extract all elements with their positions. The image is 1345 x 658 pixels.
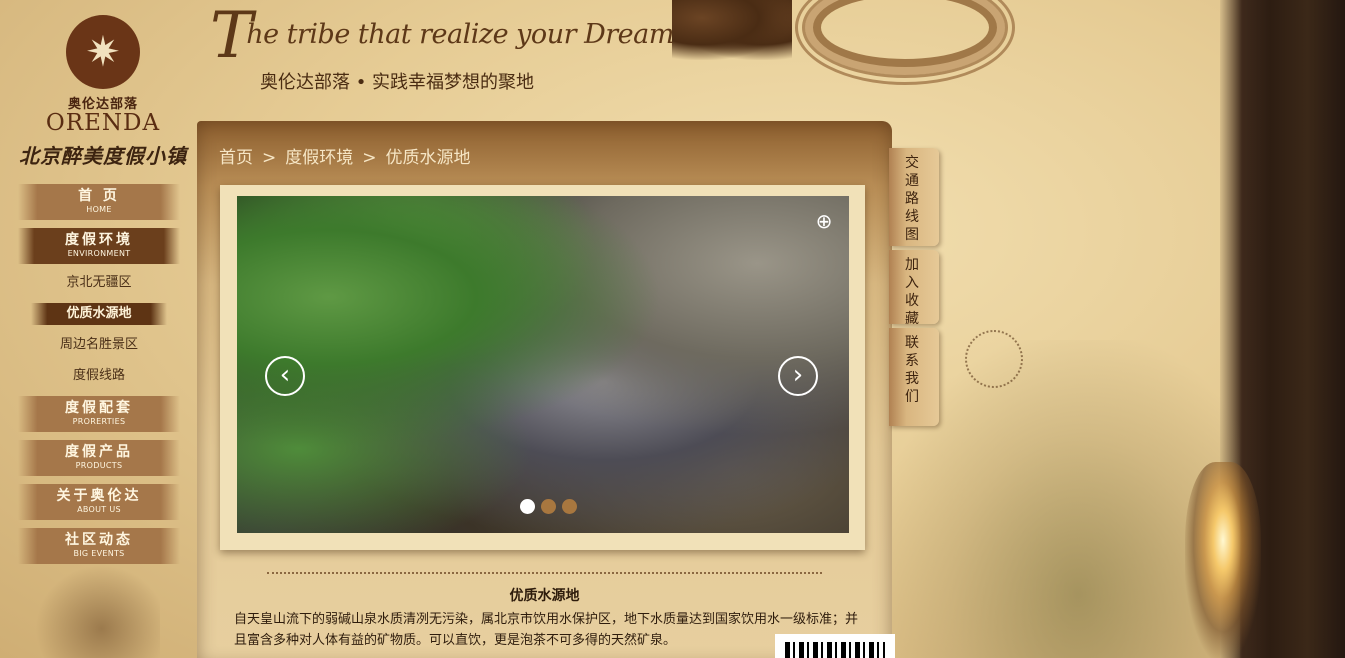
logo-subtitle: 北京醉美度假小镇	[19, 144, 187, 168]
oil-lamp-decoration	[1185, 462, 1261, 658]
side-tabs: 交通路线图 加入收藏 联系我们	[889, 148, 945, 430]
nav-environment-sublabel: ENVIRONMENT	[67, 249, 131, 258]
side-tab-label: 联系我们	[905, 335, 919, 405]
slogan: The tribe that realize your Dream 奥伦达部落 …	[210, 4, 674, 96]
chevron-right-icon[interactable]: ›	[778, 356, 818, 396]
gallery-image[interactable]: ⊕ ‹ ›	[237, 196, 849, 533]
sun-star-emblem-icon: ✷	[66, 15, 140, 89]
content-title: 优质水源地	[509, 588, 580, 604]
side-tab-add-favorite[interactable]: 加入收藏	[889, 250, 939, 327]
nav-events-label: 社区动态	[65, 532, 133, 548]
qr-code[interactable]	[775, 634, 895, 658]
nav-about-sublabel: ABOUT US	[77, 505, 121, 514]
slogan-english: The tribe that realize your Dream	[210, 4, 674, 68]
nav-products-sublabel: PRODUCTS	[75, 461, 123, 470]
nav-properties-sublabel: PRORERTIES	[72, 417, 126, 426]
nav-environment[interactable]: 度假环境 ENVIRONMENT	[18, 228, 180, 264]
qr-code-pattern	[785, 642, 885, 658]
side-tab-traffic-map[interactable]: 交通路线图	[889, 148, 939, 246]
nav-about-label: 关于奥伦达	[56, 488, 142, 504]
nav-properties-label: 度假配套	[65, 400, 133, 416]
gallery-frame: ⊕ ‹ ›	[220, 185, 865, 550]
nav-products[interactable]: 度假产品 PRODUCTS	[18, 440, 180, 476]
nav-products-label: 度假产品	[65, 444, 133, 460]
logo-name-en: ORENDA	[45, 110, 161, 136]
breadcrumb-separator: >	[362, 148, 377, 168]
main-panel: 首页 > 度假环境 > 优质水源地 ⊕ ‹ › 优质水源地 自天皇山流下的弱碱山泉水质清…	[197, 121, 892, 658]
nav-events-sublabel: BIG EVENTS	[73, 549, 125, 558]
side-tab-label: 加入收藏	[905, 257, 919, 327]
chevron-left-icon[interactable]: ‹	[265, 356, 305, 396]
slogan-chinese: 奥伦达部落 • 实践幸福梦想的聚地	[260, 72, 535, 93]
cowboy-silhouette-decoration	[30, 560, 160, 658]
subnav-item-scenic-spots[interactable]: 周边名胜景区	[18, 334, 180, 356]
subnav-item-routes[interactable]: 度假线路	[18, 365, 180, 387]
gallery-pagination	[520, 499, 583, 515]
nav-environment-label: 度假环境	[65, 232, 133, 248]
boots-decoration	[672, 0, 792, 60]
subnav-item-jingbei[interactable]: 京北无疆区	[18, 272, 180, 294]
nav-home[interactable]: 首 页 HOME	[18, 184, 180, 220]
gallery-dot[interactable]	[520, 499, 535, 514]
nav-properties[interactable]: 度假配套 PRORERTIES	[18, 396, 180, 432]
gallery-dot[interactable]	[562, 499, 577, 514]
nav-home-sublabel: HOME	[86, 205, 112, 214]
postmark-stamp-decoration	[965, 330, 1023, 388]
sidebar-nav: 首 页 HOME 度假环境 ENVIRONMENT 京北无疆区 优质水源地 周边…	[18, 184, 186, 572]
breadcrumb-home[interactable]: 首页	[219, 148, 253, 168]
subnav-item-water-source[interactable]: 优质水源地	[31, 303, 167, 325]
breadcrumb: 首页 > 度假环境 > 优质水源地	[219, 143, 471, 168]
rope-decoration	[795, 0, 1015, 85]
zoom-in-icon[interactable]: ⊕	[811, 208, 837, 234]
breadcrumb-separator: >	[262, 148, 277, 168]
nav-home-label: 首 页	[78, 188, 120, 204]
side-tab-label: 交通路线图	[905, 155, 919, 243]
slogan-english-text: he tribe that realize your Dream	[246, 19, 674, 50]
site-logo[interactable]: ✷ 奥伦达部落 ORENDA 北京醉美度假小镇	[14, 15, 192, 175]
nav-about[interactable]: 关于奥伦达 ABOUT US	[18, 484, 180, 520]
breadcrumb-current: 优质水源地	[385, 148, 471, 168]
content-body: 自天皇山流下的弱碱山泉水质清冽无污染，属北京市饮用水保护区，地下水质量达到国家饮…	[234, 612, 859, 648]
breadcrumb-environment[interactable]: 度假环境	[285, 148, 353, 168]
gallery-dot[interactable]	[541, 499, 556, 514]
nav-events[interactable]: 社区动态 BIG EVENTS	[18, 528, 180, 564]
side-tab-contact-us[interactable]: 联系我们	[889, 328, 939, 426]
dotted-divider	[267, 572, 822, 574]
